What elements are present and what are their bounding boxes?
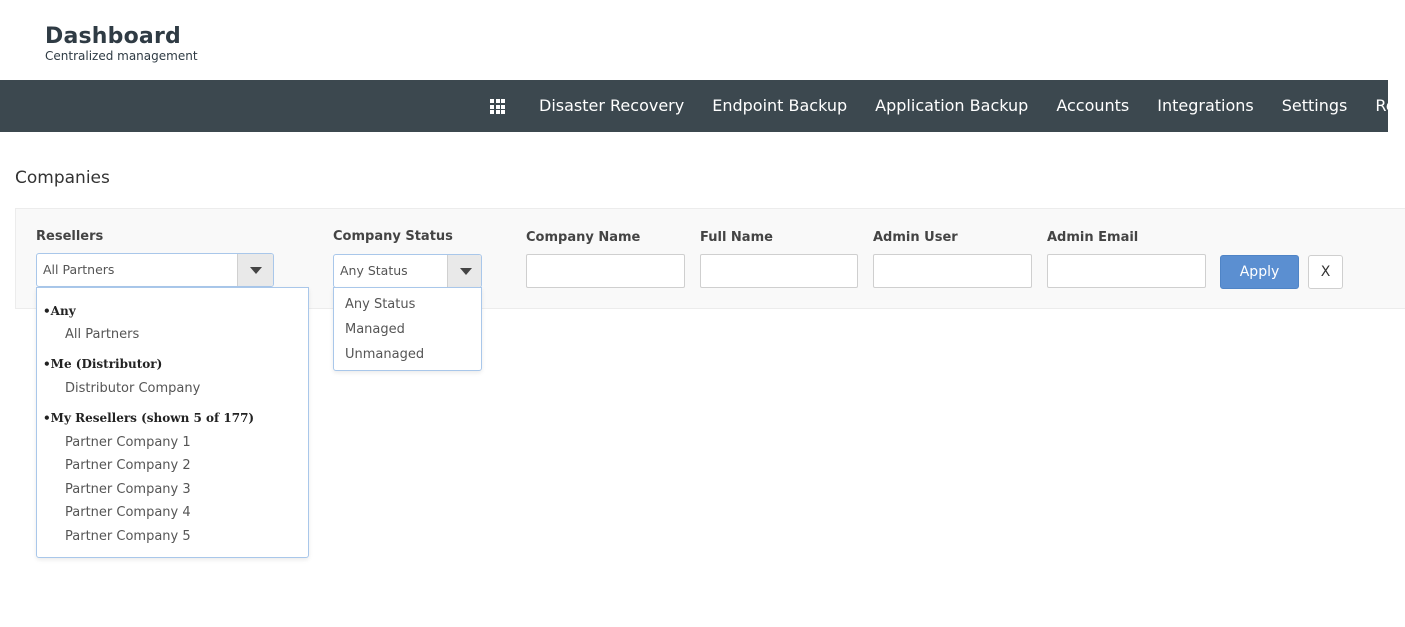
reseller-option-partner-4[interactable]: Partner Company 4 [65,505,191,520]
reseller-option-partner-3[interactable]: Partner Company 3 [65,482,191,497]
nav-item-disaster-recovery[interactable]: Disaster Recovery [525,80,698,132]
resellers-select-value: All Partners [43,262,115,277]
dashboard-title: Dashboard [45,24,181,49]
resellers-label: Resellers [36,229,104,244]
chevron-down-icon[interactable] [237,254,273,286]
company-status-select[interactable]: Any Status [333,254,482,288]
reseller-option-all-partners[interactable]: All Partners [65,327,139,342]
dropdown-group-me: •Me (Distributor) [43,357,163,371]
clear-filters-button[interactable]: X [1308,255,1343,289]
admin-email-label: Admin Email [1047,230,1139,245]
status-option-unmanaged[interactable]: Unmanaged [345,347,424,362]
resellers-dropdown: •Any All Partners •Me (Distributor) Dist… [36,287,309,558]
nav-menu: Disaster Recovery Endpoint Backup Applic… [525,80,1388,132]
nav-item-application-backup[interactable]: Application Backup [861,80,1042,132]
nav-item-resources[interactable]: Resources [1361,80,1388,132]
reseller-option-partner-2[interactable]: Partner Company 2 [65,458,191,473]
status-option-any[interactable]: Any Status [345,297,415,312]
reseller-option-distributor[interactable]: Distributor Company [65,381,200,396]
company-name-label: Company Name [526,230,641,245]
company-name-input[interactable] [526,254,685,288]
company-status-dropdown: Any Status Managed Unmanaged [333,287,482,371]
reseller-option-partner-1[interactable]: Partner Company 1 [65,435,191,450]
full-name-input[interactable] [700,254,858,288]
admin-email-input[interactable] [1047,254,1206,288]
status-option-managed[interactable]: Managed [345,322,405,337]
dashboard-subtitle: Centralized management [45,49,198,63]
dropdown-group-any: •Any [43,304,76,318]
resellers-select[interactable]: All Partners [36,253,274,287]
admin-user-label: Admin User [873,230,958,245]
chevron-down-icon[interactable] [447,255,481,287]
top-navbar: Disaster Recovery Endpoint Backup Applic… [0,80,1388,132]
brand: Dashboard Centralized management [45,24,198,63]
dropdown-group-my-resellers: •My Resellers (shown 5 of 177) [43,411,255,425]
nav-item-endpoint-backup[interactable]: Endpoint Backup [698,80,861,132]
reseller-option-partner-5[interactable]: Partner Company 5 [65,529,191,544]
admin-user-input[interactable] [873,254,1032,288]
full-name-label: Full Name [700,230,773,245]
company-status-select-value: Any Status [340,263,408,278]
company-status-label: Company Status [333,229,453,244]
nav-item-settings[interactable]: Settings [1268,80,1362,132]
grid-icon[interactable] [490,99,505,114]
nav-item-accounts[interactable]: Accounts [1042,80,1143,132]
page-title: Companies [15,168,110,188]
nav-item-integrations[interactable]: Integrations [1143,80,1268,132]
apply-button[interactable]: Apply [1220,255,1299,289]
